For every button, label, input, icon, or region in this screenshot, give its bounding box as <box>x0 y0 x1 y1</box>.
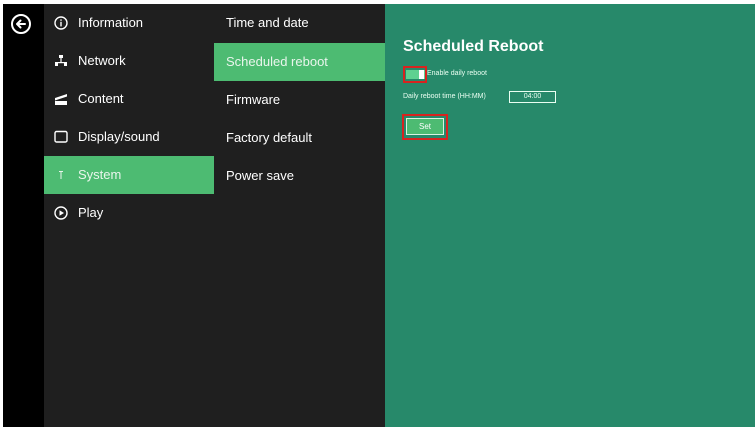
play-icon <box>54 206 68 220</box>
primary-nav: Information Network Content Display/soun… <box>44 4 214 427</box>
reboot-time-label: Daily reboot time (HH:MM) <box>403 93 486 100</box>
subnav-item-factory-default[interactable]: Factory default <box>214 119 385 157</box>
toggle-knob <box>419 70 424 79</box>
nav-item-label: System <box>78 167 122 182</box>
info-icon <box>54 16 68 30</box>
enable-daily-reboot-label: Enable daily reboot <box>427 70 487 77</box>
subnav-item-label: Factory default <box>226 130 312 145</box>
nav-item-display-sound[interactable]: Display/sound <box>44 118 214 156</box>
subnav-item-time-and-date[interactable]: Time and date <box>214 4 385 42</box>
content-icon <box>55 94 67 105</box>
app-window: Information Network Content Display/soun… <box>0 0 755 428</box>
system-icon <box>59 171 63 179</box>
subnav-item-firmware[interactable]: Firmware <box>214 81 385 119</box>
subnav-item-scheduled-reboot[interactable]: Scheduled reboot <box>214 43 385 81</box>
secondary-nav: Time and date Scheduled reboot Firmware … <box>214 4 385 427</box>
nav-item-play[interactable]: Play <box>44 194 214 232</box>
subnav-item-power-save[interactable]: Power save <box>214 157 385 195</box>
reboot-time-input[interactable]: 04:00 <box>509 91 556 103</box>
nav-item-label: Play <box>78 205 104 220</box>
nav-item-network[interactable]: Network <box>44 42 214 80</box>
nav-item-content[interactable]: Content <box>44 80 214 118</box>
left-rail <box>3 4 44 427</box>
subnav-item-label: Scheduled reboot <box>226 54 328 69</box>
set-button[interactable]: Set <box>406 118 444 135</box>
enable-daily-reboot-toggle[interactable] <box>406 70 425 79</box>
network-icon <box>55 55 67 66</box>
subnav-item-label: Time and date <box>226 15 309 30</box>
nav-item-label: Network <box>78 53 126 68</box>
back-arrow-icon <box>16 19 26 29</box>
back-button[interactable] <box>11 14 31 34</box>
subnav-item-label: Power save <box>226 168 294 183</box>
subnav-item-label: Firmware <box>226 92 281 107</box>
nav-item-label: Information <box>78 15 144 30</box>
page-title: Scheduled Reboot <box>403 38 544 55</box>
display-icon <box>54 130 68 143</box>
content-panel: Scheduled Reboot Enable daily reboot Dai… <box>385 4 755 427</box>
nav-item-label: Content <box>78 91 124 106</box>
nav-item-system[interactable]: System <box>44 156 214 194</box>
nav-item-label: Display/sound <box>78 129 160 144</box>
nav-item-information[interactable]: Information <box>44 4 214 42</box>
